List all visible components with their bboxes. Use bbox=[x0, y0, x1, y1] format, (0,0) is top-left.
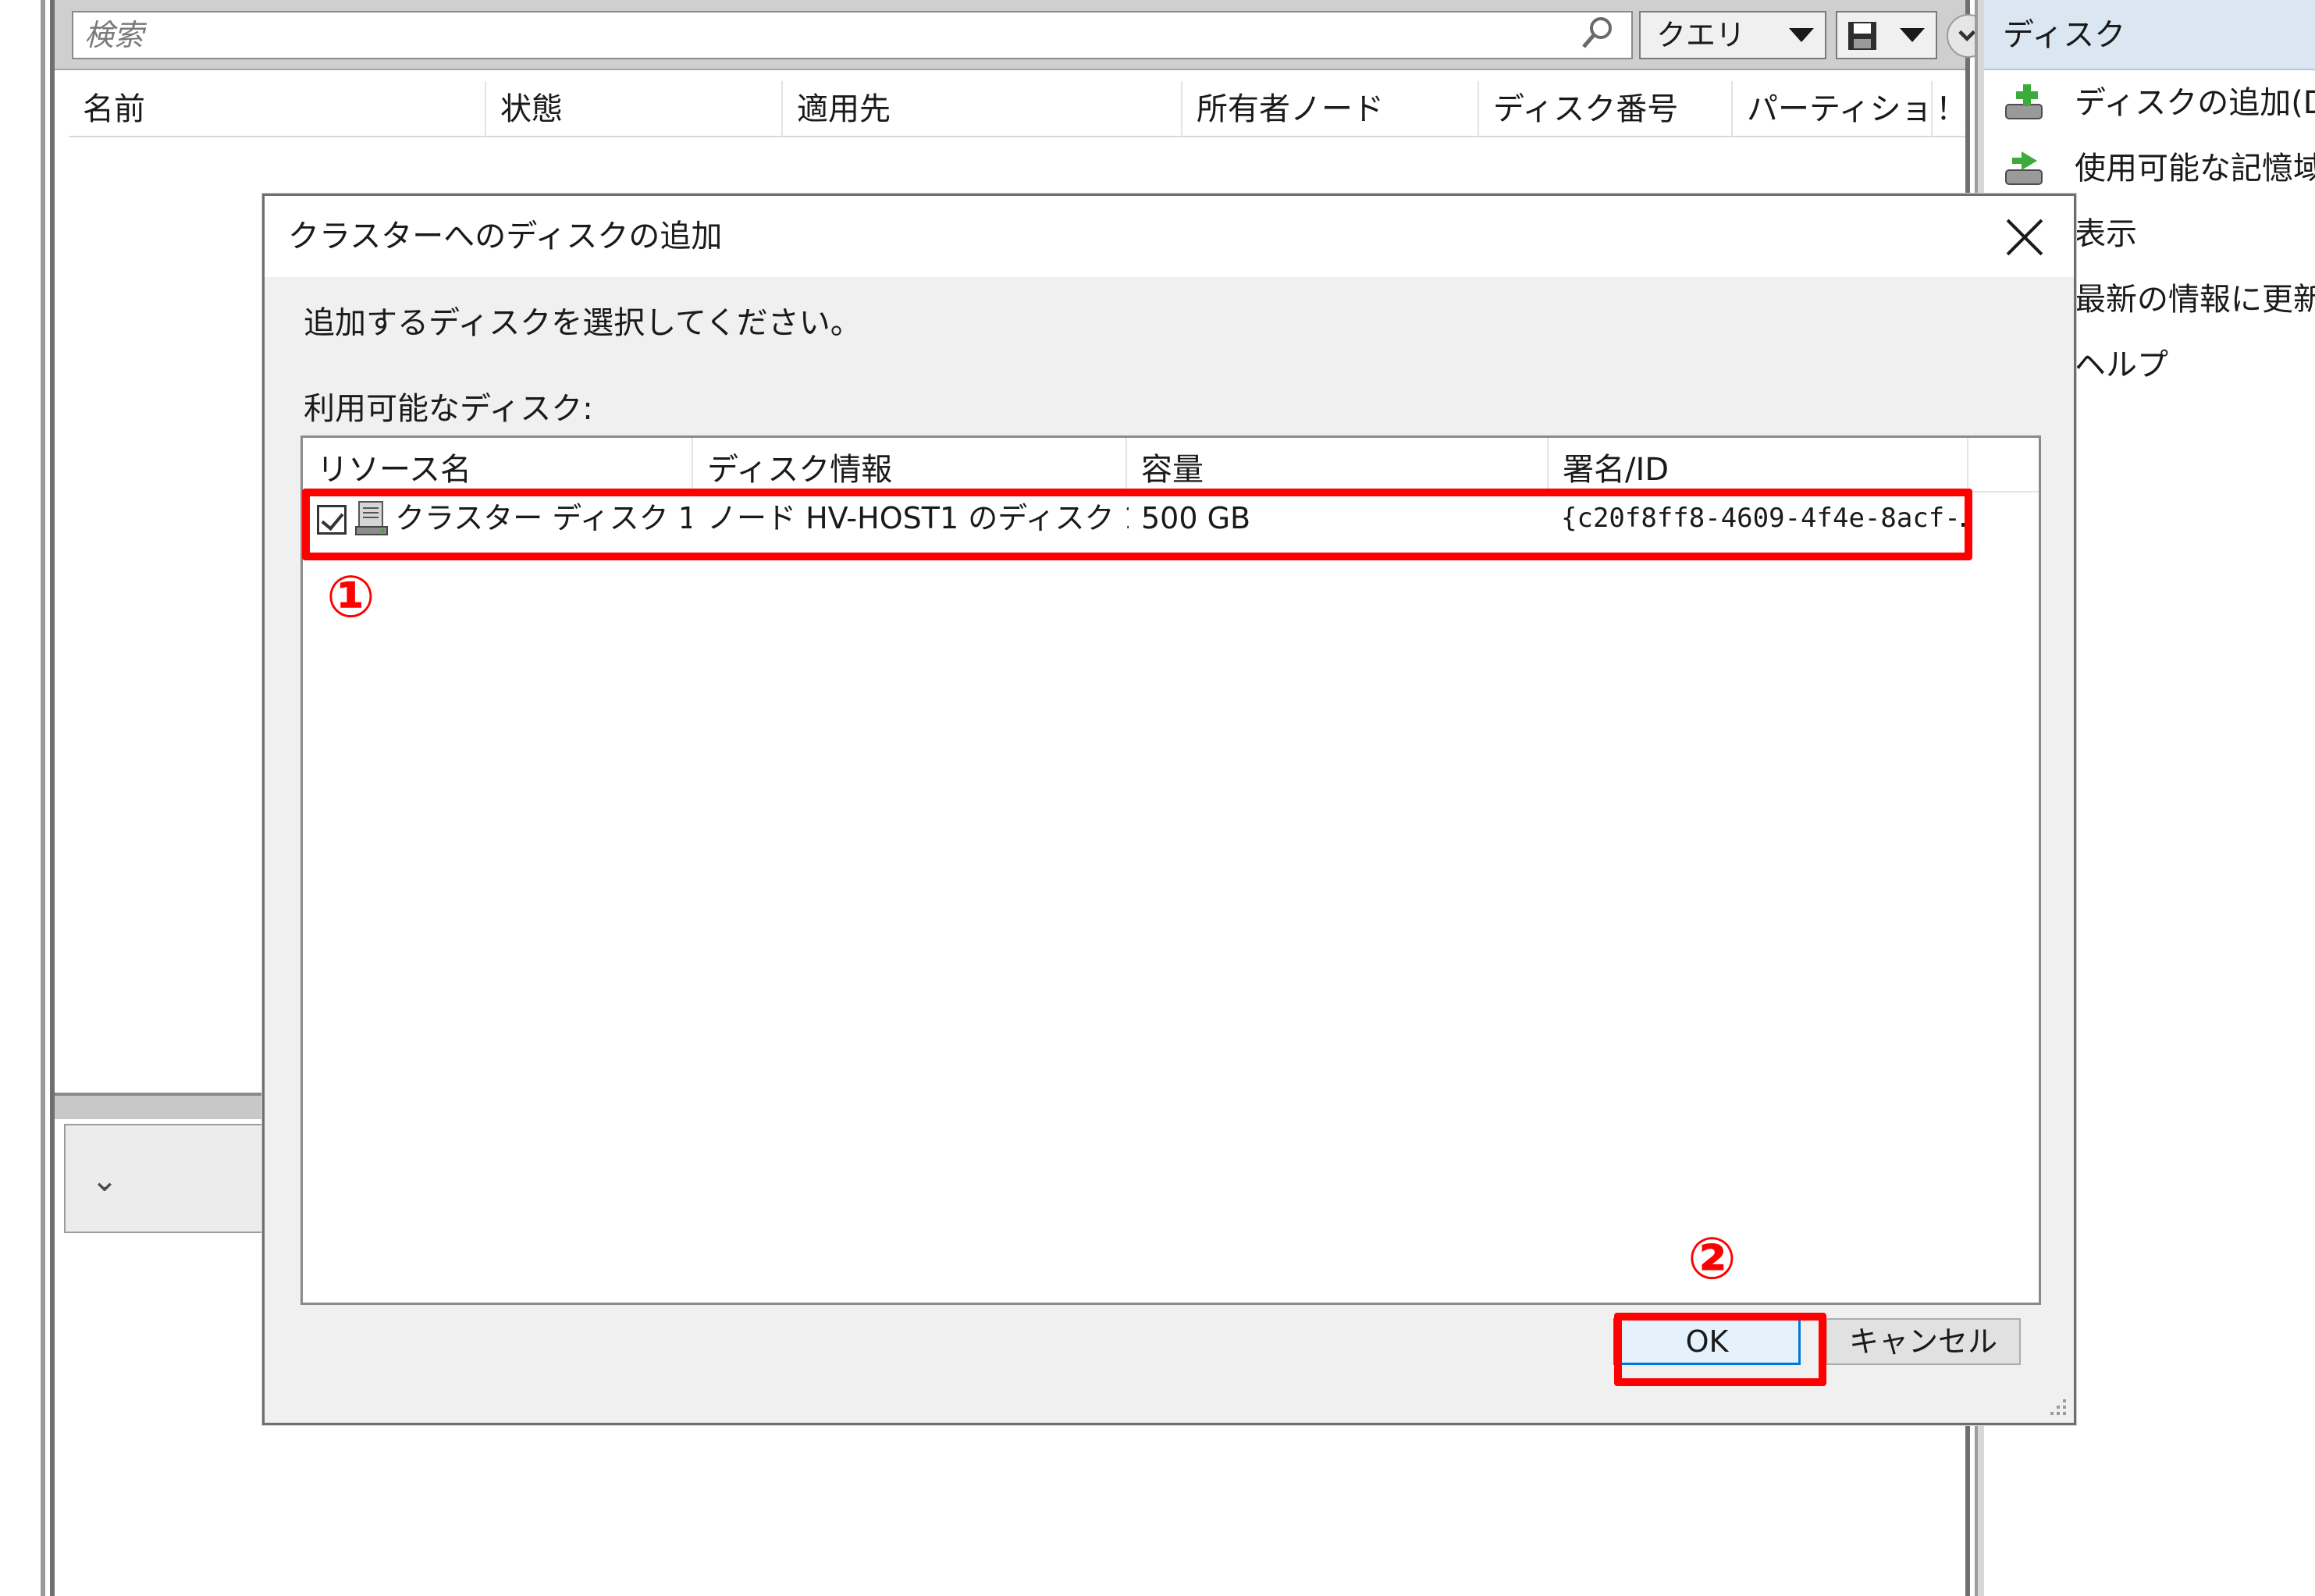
action-available-storage[interactable]: 使用可能な記憶域 bbox=[1984, 136, 2315, 201]
action-add-disk[interactable]: ディスクの追加(D) bbox=[1984, 70, 2315, 136]
step-1-number: ① bbox=[326, 563, 375, 631]
save-icon bbox=[1848, 22, 1876, 50]
add-disk-icon bbox=[2005, 84, 2043, 119]
chevron-down-icon: ⌄ bbox=[91, 1161, 119, 1199]
step-2-highlight bbox=[1614, 1313, 1826, 1386]
action-label: 最新の情報に更新 bbox=[2075, 282, 2315, 318]
close-icon[interactable] bbox=[1997, 210, 2052, 265]
disk-table-header: 名前 状態 適用先 所有者ノード ディスク番号 パーティショ… ！ bbox=[69, 81, 1965, 137]
action-label: ディスクの追加(D) bbox=[2075, 85, 2315, 121]
action-label: ヘルプ bbox=[2075, 347, 2168, 383]
action-label: 使用可能な記憶域 bbox=[2075, 151, 2315, 187]
query-label: クエリ bbox=[1656, 18, 1746, 52]
column-header-status[interactable]: 状態 bbox=[486, 81, 783, 137]
column-header-assigned-to[interactable]: 適用先 bbox=[783, 81, 1182, 137]
search-icon[interactable] bbox=[1573, 11, 1620, 58]
chevron-down-icon bbox=[1789, 28, 1814, 42]
column-header-capacity[interactable]: 容量 bbox=[1127, 438, 1549, 492]
main-window: 検索 クエリ 名前 状態 適用先 所有者ノード ディスク番号 パーティショ ！ … bbox=[0, 0, 2315, 1596]
frame-border bbox=[41, 0, 45, 1596]
query-dropdown-button[interactable]: クエリ bbox=[1639, 11, 1826, 59]
dialog-title: クラスターへのディスクの追加 bbox=[288, 219, 723, 254]
details-pane-toggle[interactable]: ⌄ bbox=[64, 1124, 267, 1233]
search-toolbar: 検索 クエリ bbox=[55, 0, 1990, 70]
column-header-partition[interactable]: パーティショ… bbox=[1733, 81, 1933, 137]
dialog-instruction: 追加するディスクを選択してください。 bbox=[304, 305, 862, 341]
step-1-highlight bbox=[302, 489, 1972, 560]
add-disk-dialog: クラスターへのディスクの追加 追加するディスクを選択してください。 利用可能なデ… bbox=[262, 194, 2076, 1425]
column-header-name[interactable]: 名前 bbox=[69, 81, 486, 137]
disk-list-header: リソース名 ディスク情報 容量 署名/ID bbox=[303, 438, 2039, 492]
resize-grip-icon[interactable] bbox=[2046, 1395, 2069, 1418]
available-disks-list[interactable]: リソース名 ディスク情報 容量 署名/ID クラスター ディスク 1 ノード H… bbox=[300, 435, 2041, 1305]
search-input[interactable]: 検索 bbox=[72, 11, 1633, 59]
column-header-disk-number[interactable]: ディスク番号 bbox=[1479, 81, 1733, 137]
chevron-down-icon bbox=[1900, 28, 1925, 42]
dialog-titlebar[interactable]: クラスターへのディスクの追加 bbox=[265, 196, 2074, 277]
column-header-owner-node[interactable]: 所有者ノード bbox=[1182, 81, 1479, 137]
cancel-button[interactable]: キャンセル bbox=[1826, 1318, 2021, 1365]
column-header-more[interactable]: ！ bbox=[1933, 81, 1965, 137]
column-header-signature[interactable]: 署名/ID bbox=[1549, 438, 1968, 492]
storage-icon bbox=[2005, 151, 2043, 185]
column-header-resource-name[interactable]: リソース名 bbox=[303, 438, 693, 492]
save-query-button[interactable] bbox=[1836, 11, 1937, 59]
available-disks-label: 利用可能なディスク: bbox=[304, 391, 593, 427]
action-label: 表示 bbox=[2075, 216, 2137, 252]
column-header-disk-info[interactable]: ディスク情報 bbox=[693, 438, 1127, 492]
actions-header: ディスク bbox=[1984, 0, 2315, 70]
step-2-number: ② bbox=[1687, 1225, 1737, 1292]
